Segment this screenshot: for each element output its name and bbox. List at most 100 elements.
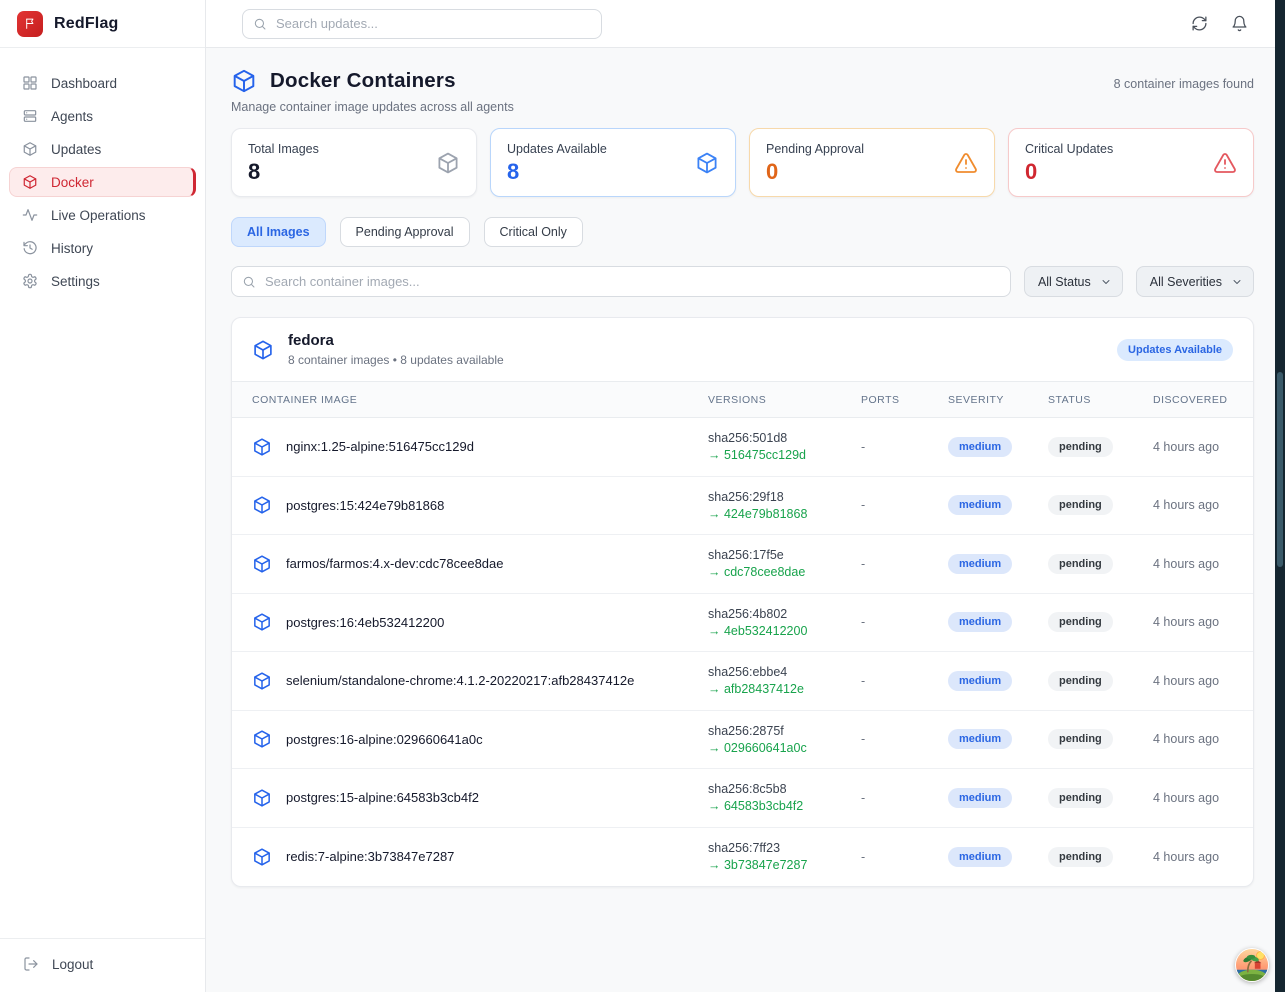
container-cube-icon [252, 612, 272, 632]
container-cube-icon [252, 671, 272, 691]
sidebar-item-label: Agents [51, 109, 93, 124]
table-row[interactable]: redis:7-alpine:3b73847e7287 sha256:7ff23… [232, 828, 1253, 887]
sidebar-item-docker[interactable]: Docker [9, 167, 196, 197]
version-current: sha256:4b802 [708, 607, 861, 621]
page-title: Docker Containers [270, 69, 456, 93]
ports-value: - [861, 498, 948, 512]
ports-value: - [861, 440, 948, 454]
refresh-icon[interactable] [1191, 15, 1208, 32]
table-row[interactable]: postgres:16-alpine:029660641a0c sha256:2… [232, 711, 1253, 770]
tab-pending-approval[interactable]: Pending Approval [340, 217, 470, 247]
ports-value: - [861, 557, 948, 571]
table-row[interactable]: postgres:15-alpine:64583b3cb4f2 sha256:8… [232, 769, 1253, 828]
table-row[interactable]: postgres:15:424e79b81868 sha256:29f18 → … [232, 477, 1253, 536]
severity-badge: medium [948, 729, 1012, 749]
sidebar-item-agents[interactable]: Agents [9, 101, 196, 131]
agents-icon [22, 108, 38, 124]
app-name: RedFlag [54, 15, 119, 33]
discovered-value: 4 hours ago [1153, 440, 1233, 454]
severity-badge: medium [948, 554, 1012, 574]
result-count: 8 container images found [1114, 77, 1254, 114]
sidebar-item-label: History [51, 241, 93, 256]
status-select-value: All Status [1038, 275, 1091, 289]
ports-value: - [861, 674, 948, 688]
version-update: → 3b73847e7287 [708, 858, 861, 872]
tab-critical-only[interactable]: Critical Only [484, 217, 583, 247]
status-select[interactable]: All Status [1024, 266, 1123, 297]
container-cube-icon [252, 788, 272, 808]
sidebar-item-updates[interactable]: Updates [9, 134, 196, 164]
severity-select[interactable]: All Severities [1136, 266, 1254, 297]
discovered-value: 4 hours ago [1153, 557, 1233, 571]
scrollbar-thumb[interactable] [1277, 372, 1283, 567]
stat-card-updates-available: Updates Available 8 [490, 128, 736, 197]
version-update: → cdc78cee8dae [708, 565, 861, 579]
status-badge: pending [1048, 437, 1113, 457]
status-badge: pending [1048, 671, 1113, 691]
container-cube-icon [252, 847, 272, 867]
sidebar-item-live-operations[interactable]: Live Operations [9, 200, 196, 230]
table-row[interactable]: nginx:1.25-alpine:516475cc129d sha256:50… [232, 418, 1253, 477]
logout-button[interactable]: Logout [23, 956, 182, 972]
history-icon [22, 240, 38, 256]
version-update: → 029660641a0c [708, 741, 861, 755]
column-header: STATUS [1048, 394, 1153, 406]
content: Docker Containers Manage container image… [206, 48, 1275, 992]
sidebar-item-dashboard[interactable]: Dashboard [9, 68, 196, 98]
stat-card-critical-updates: Critical Updates 0 [1008, 128, 1254, 197]
discovered-value: 4 hours ago [1153, 791, 1233, 805]
severity-select-value: All Severities [1150, 275, 1222, 289]
docker-cube-icon [22, 174, 38, 190]
table-row[interactable]: farmos/farmos:4.x-dev:cdc78cee8dae sha25… [232, 535, 1253, 594]
version-update: → 516475cc129d [708, 448, 861, 462]
container-image-name: selenium/standalone-chrome:4.1.2-2022021… [286, 673, 634, 688]
discovered-value: 4 hours ago [1153, 615, 1233, 629]
container-cube-icon [252, 554, 272, 574]
search-icon [253, 17, 267, 31]
stat-value: 0 [766, 159, 978, 185]
filter-row: All Status All Severities [231, 266, 1254, 297]
status-badge: pending [1048, 554, 1113, 574]
sidebar-item-settings[interactable]: Settings [9, 266, 196, 296]
warning-triangle-icon [954, 151, 978, 175]
page-scrollbar[interactable] [1275, 0, 1285, 992]
updates-cube-icon [22, 141, 38, 157]
cube-icon [695, 151, 719, 175]
page-subtitle: Manage container image updates across al… [231, 100, 514, 114]
version-current: sha256:17f5e [708, 548, 861, 562]
table-body: nginx:1.25-alpine:516475cc129d sha256:50… [232, 418, 1253, 886]
group-name: fedora [288, 332, 504, 349]
global-search-input[interactable] [242, 9, 602, 39]
ports-value: - [861, 850, 948, 864]
version-current: sha256:2875f [708, 724, 861, 738]
status-badge: pending [1048, 729, 1113, 749]
updates-available-badge: Updates Available [1117, 339, 1233, 361]
container-image-name: postgres:15-alpine:64583b3cb4f2 [286, 790, 479, 805]
bell-icon[interactable] [1231, 15, 1248, 32]
severity-badge: medium [948, 671, 1012, 691]
container-image-name: postgres:16-alpine:029660641a0c [286, 732, 483, 747]
image-search-input[interactable] [231, 266, 1011, 297]
table-row[interactable]: selenium/standalone-chrome:4.1.2-2022021… [232, 652, 1253, 711]
tab-all-images[interactable]: All Images [231, 217, 326, 247]
container-cube-icon [252, 339, 274, 361]
warning-triangle-icon [1213, 151, 1237, 175]
ports-value: - [861, 732, 948, 746]
app-logo: RedFlag [0, 0, 205, 48]
column-header: DISCOVERED [1153, 394, 1233, 406]
column-header: VERSIONS [708, 394, 861, 406]
table-row[interactable]: postgres:16:4eb532412200 sha256:4b802 → … [232, 594, 1253, 653]
container-cube-icon [252, 495, 272, 515]
severity-badge: medium [948, 612, 1012, 632]
container-cube-icon [252, 437, 272, 457]
discovered-value: 4 hours ago [1153, 674, 1233, 688]
stat-label: Updates Available [507, 142, 719, 156]
status-badge: pending [1048, 495, 1113, 515]
main-area: Docker Containers Manage container image… [206, 0, 1275, 992]
island-extension-icon[interactable] [1235, 948, 1269, 982]
version-current: sha256:501d8 [708, 431, 861, 445]
sidebar-item-history[interactable]: History [9, 233, 196, 263]
version-current: sha256:8c5b8 [708, 782, 861, 796]
stat-label: Critical Updates [1025, 142, 1237, 156]
status-badge: pending [1048, 788, 1113, 808]
